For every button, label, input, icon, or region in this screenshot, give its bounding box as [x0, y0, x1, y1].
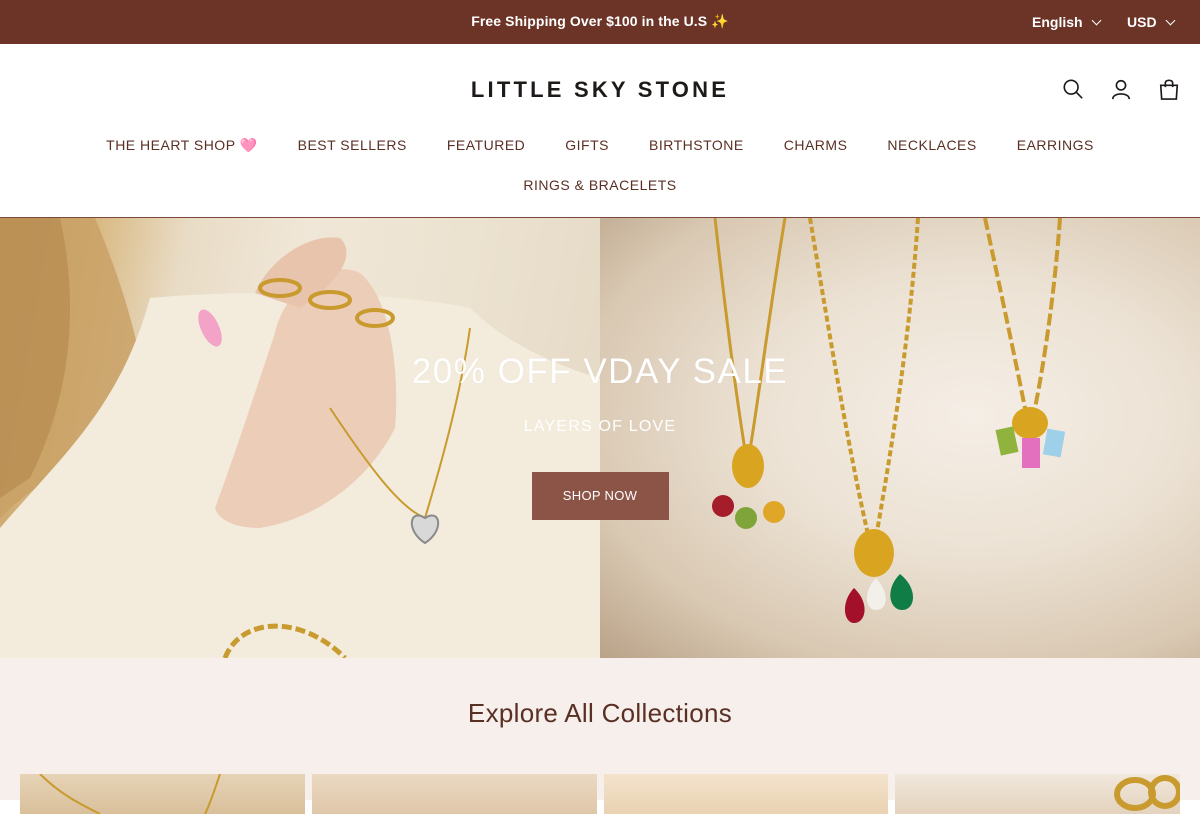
nav-item-charms[interactable]: CHARMS — [784, 136, 848, 154]
nav-item-best-sellers[interactable]: BEST SELLERS — [298, 136, 407, 154]
search-icon[interactable] — [1062, 77, 1084, 101]
shop-now-button[interactable]: SHOP NOW — [531, 472, 669, 520]
hero-subtitle: LAYERS OF LOVE — [523, 418, 677, 435]
collection-cards — [20, 774, 1180, 814]
language-selector[interactable]: English — [1032, 0, 1102, 44]
collection-card[interactable] — [604, 774, 888, 814]
language-value: English — [1032, 14, 1083, 30]
nav-item-necklaces[interactable]: NECKLACES — [887, 136, 976, 154]
hero-banner[interactable]: 20% OFF VDAY SALE LAYERS OF LOVE SHOP NO… — [0, 218, 1200, 658]
nav-item-gifts[interactable]: GIFTS — [565, 136, 609, 154]
header-icons — [1062, 77, 1180, 101]
nav-item-earrings[interactable]: EARRINGS — [1017, 136, 1094, 154]
main-navigation: THE HEART SHOP 🩷 BEST SELLERS FEATURED G… — [0, 136, 1200, 194]
nav-item-birthstone[interactable]: BIRTHSTONE — [649, 136, 744, 154]
announcement-text: Free Shipping Over $100 in the U.S ✨ — [471, 13, 729, 29]
chevron-down-icon — [1165, 15, 1176, 25]
currency-value: USD — [1127, 14, 1157, 30]
hero-title: 20% OFF VDAY SALE — [411, 352, 789, 391]
nav-item-heart-shop[interactable]: THE HEART SHOP 🩷 — [106, 136, 257, 154]
collection-image — [1114, 775, 1180, 811]
collections-heading: Explore All Collections — [467, 698, 733, 728]
nav-item-featured[interactable]: FEATURED — [447, 136, 525, 154]
announcement-bar: Free Shipping Over $100 in the U.S ✨ Eng… — [0, 0, 1200, 44]
nav-item-rings-bracelets[interactable]: RINGS & BRACELETS — [523, 176, 676, 194]
account-icon[interactable] — [1110, 77, 1132, 101]
collection-image — [39, 774, 221, 814]
currency-selector[interactable]: USD — [1127, 0, 1176, 44]
chevron-down-icon — [1091, 15, 1102, 25]
collection-card[interactable] — [895, 774, 1180, 814]
collection-card[interactable] — [20, 774, 305, 814]
collection-card[interactable] — [312, 774, 597, 814]
hero-content: 20% OFF VDAY SALE LAYERS OF LOVE SHOP NO… — [0, 352, 1200, 520]
site-header: LITTLE SKY STONE THE HEART SHOP 🩷 BEST S… — [0, 44, 1200, 218]
cart-icon[interactable] — [1158, 77, 1180, 101]
collections-section: Explore All Collections — [0, 658, 1200, 814]
site-logo[interactable]: LITTLE SKY STONE — [0, 77, 1200, 103]
